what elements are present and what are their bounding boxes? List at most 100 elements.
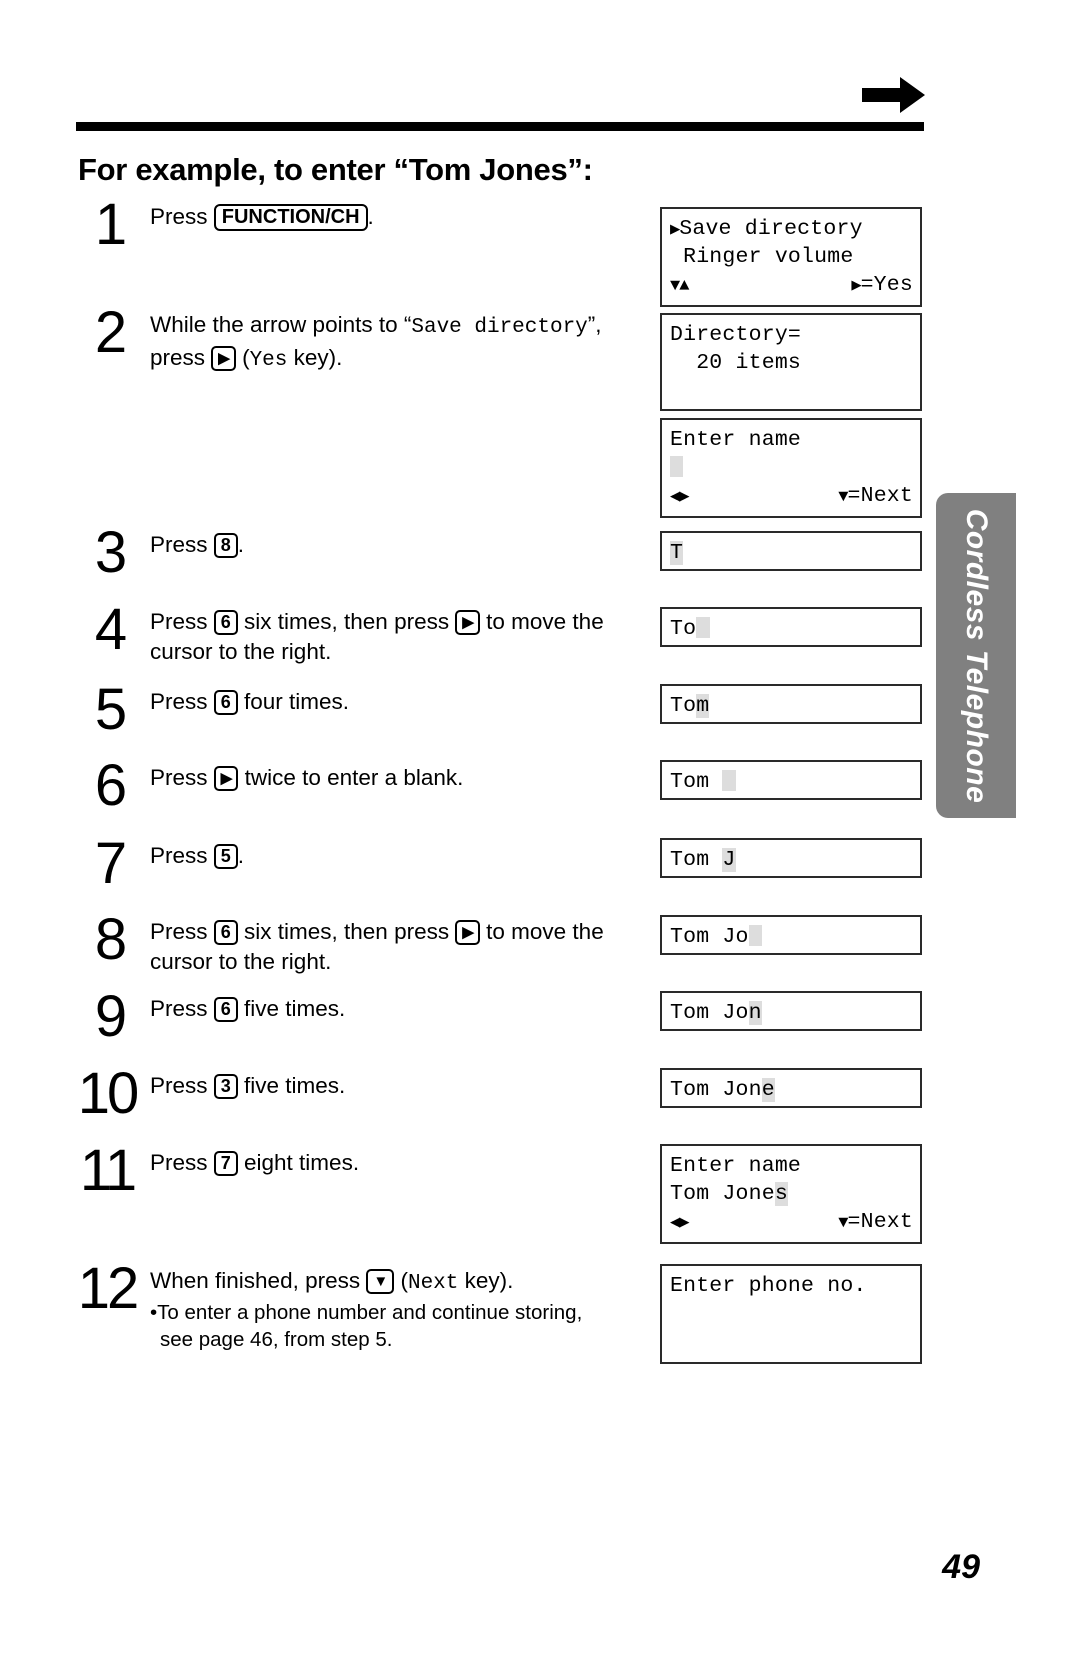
step-text: While the arrow points to “ xyxy=(150,312,412,337)
lcd-text: To xyxy=(670,617,697,641)
lcd-cursor-block xyxy=(722,770,736,791)
step-text: ( xyxy=(235,345,250,370)
key-function-ch[interactable]: FUNCTION/CH xyxy=(213,204,368,231)
lcd-text: Save directory xyxy=(679,217,863,241)
lcd-line: Tom Jones xyxy=(670,1180,913,1208)
step-instruction: Press 5. xyxy=(150,835,636,871)
step-text: twice to enter a blank. xyxy=(238,765,464,790)
step-4: 4 Press 6 six times, then press ▶ to move… xyxy=(76,601,636,667)
lcd-save-directory-menu: ▶Save directory Ringer volume ▼▲ ▶=Yes xyxy=(660,207,922,307)
step-number: 7 xyxy=(94,831,127,896)
lcd-arrow-icon: ▶ xyxy=(670,221,680,240)
lcd-soft-key-hint: ▼=Next xyxy=(838,1208,913,1238)
lcd-directory-count: Directory= 20 items xyxy=(660,313,922,411)
key-7[interactable]: 7 xyxy=(213,1151,238,1176)
step-instruction: Press 8. xyxy=(150,524,636,560)
key-6[interactable]: 6 xyxy=(213,997,238,1022)
lcd-cursor-char: n xyxy=(748,1001,762,1025)
step-9: 9 Press 6 five times. xyxy=(76,988,636,1046)
lcd-line: ◀▶ ▼=Next xyxy=(670,482,913,510)
lcd-text: =Next xyxy=(847,484,913,508)
step-text: key). xyxy=(458,1268,514,1293)
lcd-name-To-cursor: To xyxy=(660,607,922,647)
key-5[interactable]: 5 xyxy=(213,844,238,869)
key-right-arrow-icon[interactable]: ▶ xyxy=(455,920,480,945)
step-text: Press xyxy=(150,996,214,1021)
lcd-enter-name-tom-jones: Enter name Tom Jones ◀▶ ▼=Next xyxy=(660,1144,922,1244)
lcd-cursor-char: e xyxy=(761,1078,775,1102)
lcd-name-T: T xyxy=(660,531,922,571)
lcd-arrow-icon: ▼▲ xyxy=(670,277,689,296)
key-6[interactable]: 6 xyxy=(213,610,238,635)
lcd-line: Tom xyxy=(670,692,913,720)
lcd-name-Tom-J: Tom J xyxy=(660,838,922,878)
step-number: 4 xyxy=(94,597,127,662)
lcd-arrow-icon: ◀▶ xyxy=(670,488,690,507)
steps-list: 1 Press FUNCTION/CH. 2 While the arrow poin… xyxy=(76,196,636,1396)
step-text: four times. xyxy=(237,689,350,714)
key-right-arrow-icon[interactable]: ▶ xyxy=(211,346,236,371)
step-text: eight times. xyxy=(237,1150,360,1175)
key-right-arrow-icon[interactable]: ▶ xyxy=(213,766,239,791)
step-text: six times, then press xyxy=(237,609,456,634)
key-6[interactable]: 6 xyxy=(213,920,238,945)
lcd-cursor-char: T xyxy=(670,541,684,565)
step-text: Press xyxy=(150,765,214,790)
lcd-cursor-char: m xyxy=(696,694,710,718)
lcd-line: T xyxy=(670,539,913,567)
page-number: 49 xyxy=(942,1548,980,1586)
lcd-line: Enter phone no. xyxy=(670,1272,913,1300)
step-instruction: Press 7 eight times. xyxy=(150,1142,636,1178)
step-text: Press xyxy=(150,689,214,714)
step-7: 7 Press 5. xyxy=(76,835,636,893)
step-text: Press xyxy=(150,532,214,557)
right-arrow-icon xyxy=(862,75,926,115)
step-instruction: Press 6 four times. xyxy=(150,681,636,717)
step-number: 11 xyxy=(79,1138,137,1203)
display-term: Next xyxy=(407,1272,459,1295)
page-title: For example, to enter “Tom Jones”: xyxy=(78,152,593,187)
key-right-arrow-icon[interactable]: ▶ xyxy=(455,610,480,635)
step-5: 5 Press 6 four times. xyxy=(76,681,636,739)
lcd-name-Tom-blank-cursor: Tom xyxy=(660,760,922,800)
lcd-arrow-icon: ◀▶ xyxy=(670,1214,690,1233)
step-number: 5 xyxy=(94,677,127,742)
lcd-name-Tom-Jon: Tom Jon xyxy=(660,991,922,1031)
step-text: key). xyxy=(287,345,343,370)
lcd-soft-key-hint: ▶=Yes xyxy=(851,271,913,301)
step-text: When finished, press xyxy=(150,1268,367,1293)
lcd-cursor-block xyxy=(696,617,710,638)
header-divider xyxy=(76,122,924,131)
display-term: Yes xyxy=(249,349,288,372)
lcd-line: Tom Jone xyxy=(670,1076,913,1104)
key-6[interactable]: 6 xyxy=(213,690,238,715)
lcd-text: Enter name xyxy=(670,428,802,452)
lcd-cursor-block xyxy=(748,925,762,946)
step-number: 12 xyxy=(77,1256,140,1321)
lcd-line: To xyxy=(670,615,913,643)
step-number: 1 xyxy=(94,192,127,257)
lcd-line: Tom Jon xyxy=(670,999,913,1027)
lcd-line: Enter name xyxy=(670,1152,913,1180)
key-8[interactable]: 8 xyxy=(213,533,238,558)
lcd-cursor-block xyxy=(670,456,684,477)
lcd-name-Tom-Jo-cursor: Tom Jo xyxy=(660,915,922,955)
step-instruction: Press FUNCTION/CH. xyxy=(150,196,636,232)
step-text: Press xyxy=(150,204,214,229)
step-text: ( xyxy=(394,1268,408,1293)
side-tab-label: Cordless Telephone xyxy=(960,508,993,803)
step-instruction: Press 6 six times, then press ▶ to move … xyxy=(150,601,636,667)
lcd-text: Tom Jone xyxy=(670,1182,775,1206)
step-instruction: Press ▶ twice to enter a blank. xyxy=(150,757,636,793)
lcd-text: Directory= xyxy=(670,323,802,347)
key-3[interactable]: 3 xyxy=(213,1074,238,1099)
step-instruction: When finished, press ▼ (Next key). xyxy=(150,1260,636,1299)
lcd-text: 20 items xyxy=(670,351,802,375)
step-11: 11 Press 7 eight times. xyxy=(76,1142,636,1200)
lcd-text: Enter phone no. xyxy=(670,1274,867,1298)
lcd-line: Directory= xyxy=(670,321,913,349)
lcd-text: Tom Jo xyxy=(670,1001,749,1025)
key-down-arrow-icon[interactable]: ▼ xyxy=(366,1269,395,1294)
lcd-line xyxy=(670,454,913,482)
lcd-line xyxy=(670,1300,913,1328)
